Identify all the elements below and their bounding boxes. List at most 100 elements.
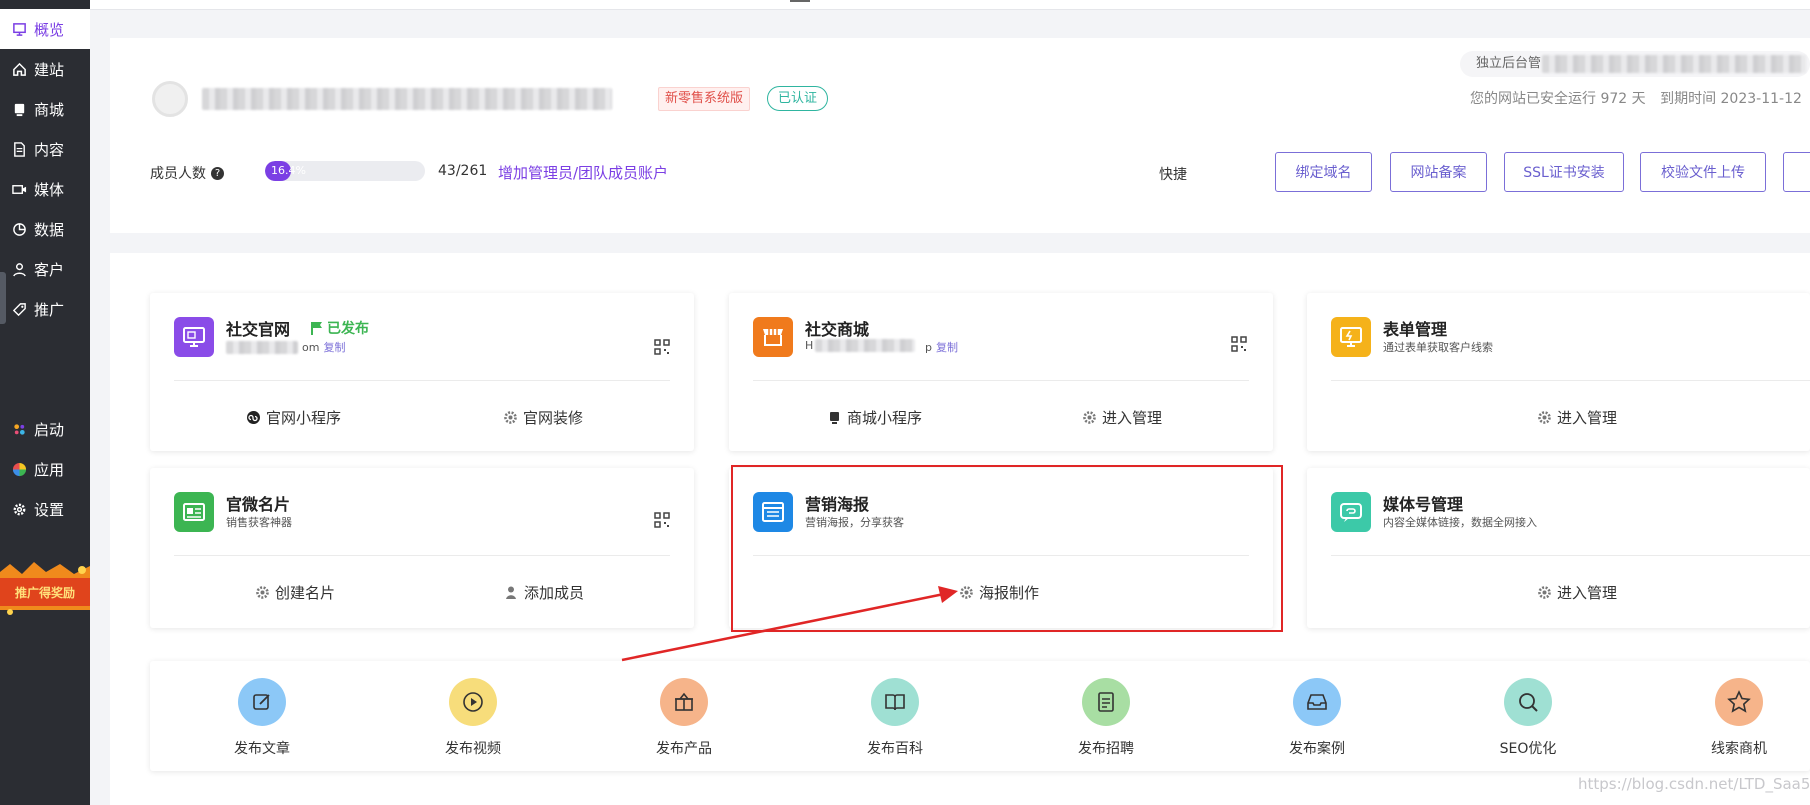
- sidebar-item-content[interactable]: 内容: [0, 129, 90, 169]
- promo-banner[interactable]: 推广得奖励: [0, 560, 90, 620]
- action-label: 创建名片: [275, 584, 336, 602]
- sidebar-item-label: 媒体: [34, 180, 65, 199]
- plan-badge: 新零售系统版: [658, 87, 751, 111]
- copy-link[interactable]: 复制: [936, 341, 958, 354]
- site-decoration-action[interactable]: 官网装修: [503, 407, 583, 428]
- watermark: https://blog.csdn.net/LTD_Saa5: [1578, 775, 1810, 793]
- mall-url-redacted: [815, 339, 915, 352]
- tag-icon: [10, 300, 28, 318]
- publish-wiki[interactable]: 发布百科: [845, 678, 945, 758]
- sidebar-item-launch[interactable]: 启动: [0, 409, 90, 449]
- site-header-card: 新零售系统版 已认证 独立后台管 您的网站已安全运行 972 天 到期时间 20…: [110, 38, 1810, 233]
- publish-label: 发布招聘: [1078, 741, 1134, 757]
- launch-icon: [10, 420, 28, 438]
- ssl-install-button[interactable]: SSL证书安装: [1504, 152, 1624, 192]
- user-icon: [10, 260, 28, 278]
- site-mini-program-action[interactable]: 官网小程序: [246, 407, 341, 428]
- gear-icon: [10, 500, 28, 518]
- avatar[interactable]: [152, 81, 188, 117]
- app-title: 官微名片: [226, 495, 291, 514]
- help-icon[interactable]: ?: [211, 166, 224, 180]
- publish-label: 发布视频: [445, 741, 501, 757]
- mall-manage-action[interactable]: 进入管理: [1082, 407, 1162, 428]
- publish-video[interactable]: 发布视频: [423, 678, 523, 758]
- search-icon: [1504, 678, 1552, 726]
- resume-icon: [1082, 678, 1130, 726]
- promo-banner-label: 推广得奖励: [15, 585, 75, 600]
- app-card-media-account: 媒体号管理 内容全媒体链接，数据全网接入 进入管理: [1307, 468, 1810, 628]
- sidebar-item-label: 建站: [34, 60, 65, 79]
- app-subtitle: 销售获客神器: [226, 516, 292, 529]
- divider: [1331, 555, 1810, 556]
- site-url: om 复制: [302, 339, 345, 355]
- action-label: 添加成员: [524, 584, 585, 602]
- verified-badge: 已认证: [767, 86, 829, 111]
- gear-icon: [504, 411, 517, 424]
- more-quick-button[interactable]: [1783, 152, 1810, 192]
- site-run-info: 您的网站已安全运行 972 天 到期时间 2023-11-12: [1470, 88, 1810, 108]
- sidebar-item-promote[interactable]: 推广: [0, 289, 90, 329]
- sidebar-item-data[interactable]: 数据: [0, 209, 90, 249]
- publish-label: 线索商机: [1711, 741, 1767, 757]
- divider: [174, 555, 670, 556]
- app-title: 表单管理: [1383, 320, 1448, 339]
- lead-opportunities[interactable]: 线索商机: [1689, 678, 1789, 758]
- video-icon: [10, 180, 28, 198]
- site-name-redacted: [202, 88, 612, 110]
- pie-chart-icon: [10, 220, 28, 238]
- qr-code-icon[interactable]: [1231, 336, 1247, 352]
- run-days-text: 您的网站已安全运行 972 天: [1470, 91, 1646, 107]
- chat-link-icon: [1331, 492, 1371, 532]
- app-card-business-card: 官微名片 销售获客神器 创建名片 添加成员: [150, 468, 694, 628]
- qr-code-icon[interactable]: [654, 339, 670, 355]
- mall-url-tail: p: [925, 341, 932, 354]
- star-icon: [1715, 678, 1763, 726]
- publish-article[interactable]: 发布文章: [212, 678, 312, 758]
- quick-actions-label: 快捷: [1159, 167, 1187, 183]
- sidebar-item-media[interactable]: 媒体: [0, 169, 90, 209]
- member-count-label: 成员人数 ?: [150, 163, 224, 183]
- publish-label: 发布文章: [234, 741, 290, 757]
- sidebar-item-site[interactable]: 建站: [0, 49, 90, 89]
- bind-domain-button[interactable]: 绑定域名: [1275, 152, 1372, 192]
- monitor-icon: [174, 317, 214, 357]
- sidebar-item-overview[interactable]: 概览: [0, 9, 90, 49]
- sidebar-item-shop[interactable]: 商城: [0, 89, 90, 129]
- create-card-action[interactable]: 创建名片: [255, 582, 335, 603]
- form-manage-action[interactable]: 进入管理: [1537, 407, 1617, 428]
- action-label: 进入管理: [1557, 584, 1618, 602]
- publish-product[interactable]: 发布产品: [634, 678, 734, 758]
- publish-case[interactable]: 发布案例: [1267, 678, 1367, 758]
- qr-code-icon[interactable]: [654, 512, 670, 528]
- storefront-icon: [753, 317, 793, 357]
- site-filing-button[interactable]: 网站备案: [1390, 152, 1487, 192]
- sidebar-item-apps[interactable]: 应用: [0, 449, 90, 489]
- copy-link[interactable]: 复制: [323, 341, 345, 354]
- action-label: 官网小程序: [266, 409, 342, 427]
- media-manage-action[interactable]: 进入管理: [1537, 582, 1617, 603]
- member-progress-text: 16.4%: [271, 164, 306, 177]
- gift-box-icon: [660, 678, 708, 726]
- add-member-action[interactable]: 添加成员: [504, 582, 584, 603]
- app-card-social-mall: 社交商城 H p 复制 商城小程序 进入管理: [729, 293, 1273, 451]
- publish-label: 发布产品: [656, 741, 712, 757]
- app-subtitle: 内容全媒体链接，数据全网接入: [1383, 516, 1537, 529]
- expire-date-text: 到期时间 2023-11-12: [1660, 91, 1802, 107]
- top-bar-handle: [790, 0, 810, 2]
- mall-mini-program-action[interactable]: 商城小程序: [827, 407, 922, 428]
- add-admin-link[interactable]: 增加管理员/团队成员账户: [498, 162, 668, 183]
- sidebar-item-customer[interactable]: 客户: [0, 249, 90, 289]
- sidebar-resize-handle[interactable]: [0, 272, 6, 324]
- id-card-icon: [174, 492, 214, 532]
- verify-file-upload-button[interactable]: 校验文件上传: [1640, 152, 1766, 192]
- app-card-form-management: 表单管理 通过表单获取客户线索 进入管理: [1307, 293, 1810, 451]
- shop-icon: [830, 412, 839, 424]
- publish-recruit[interactable]: 发布招聘: [1056, 678, 1156, 758]
- seo-optimize[interactable]: SEO优化: [1478, 678, 1578, 758]
- top-bar: [90, 0, 1810, 10]
- annotation-highlight-box: [731, 465, 1283, 632]
- divider: [174, 380, 670, 381]
- published-status: 已发布: [310, 318, 369, 338]
- sidebar-item-settings[interactable]: 设置: [0, 489, 90, 529]
- overview-icon: [10, 20, 28, 38]
